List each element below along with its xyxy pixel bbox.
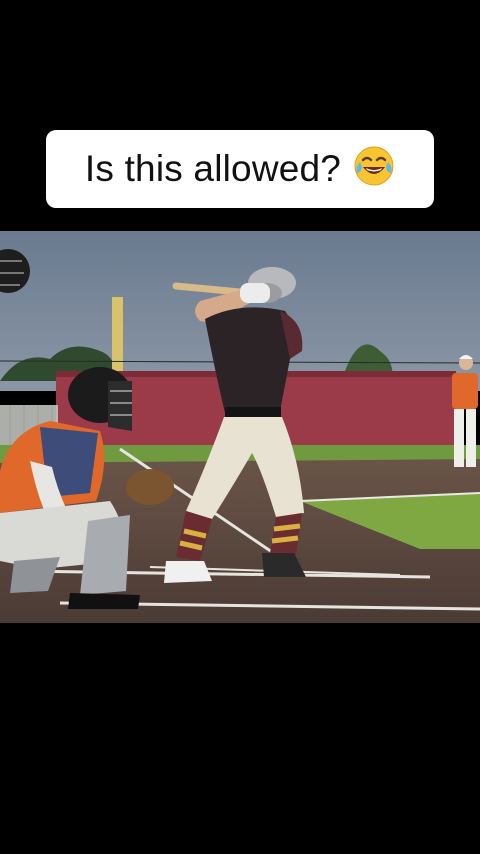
baseball-photo: [0, 231, 480, 623]
face-with-tears-of-joy-icon: [354, 146, 394, 186]
baseball-scene: [0, 231, 480, 623]
caption-text: Is this allowed?: [84, 148, 342, 189]
video-screen: Is this allowed?: [0, 0, 480, 854]
caption-box: Is this allowed?: [46, 130, 434, 208]
